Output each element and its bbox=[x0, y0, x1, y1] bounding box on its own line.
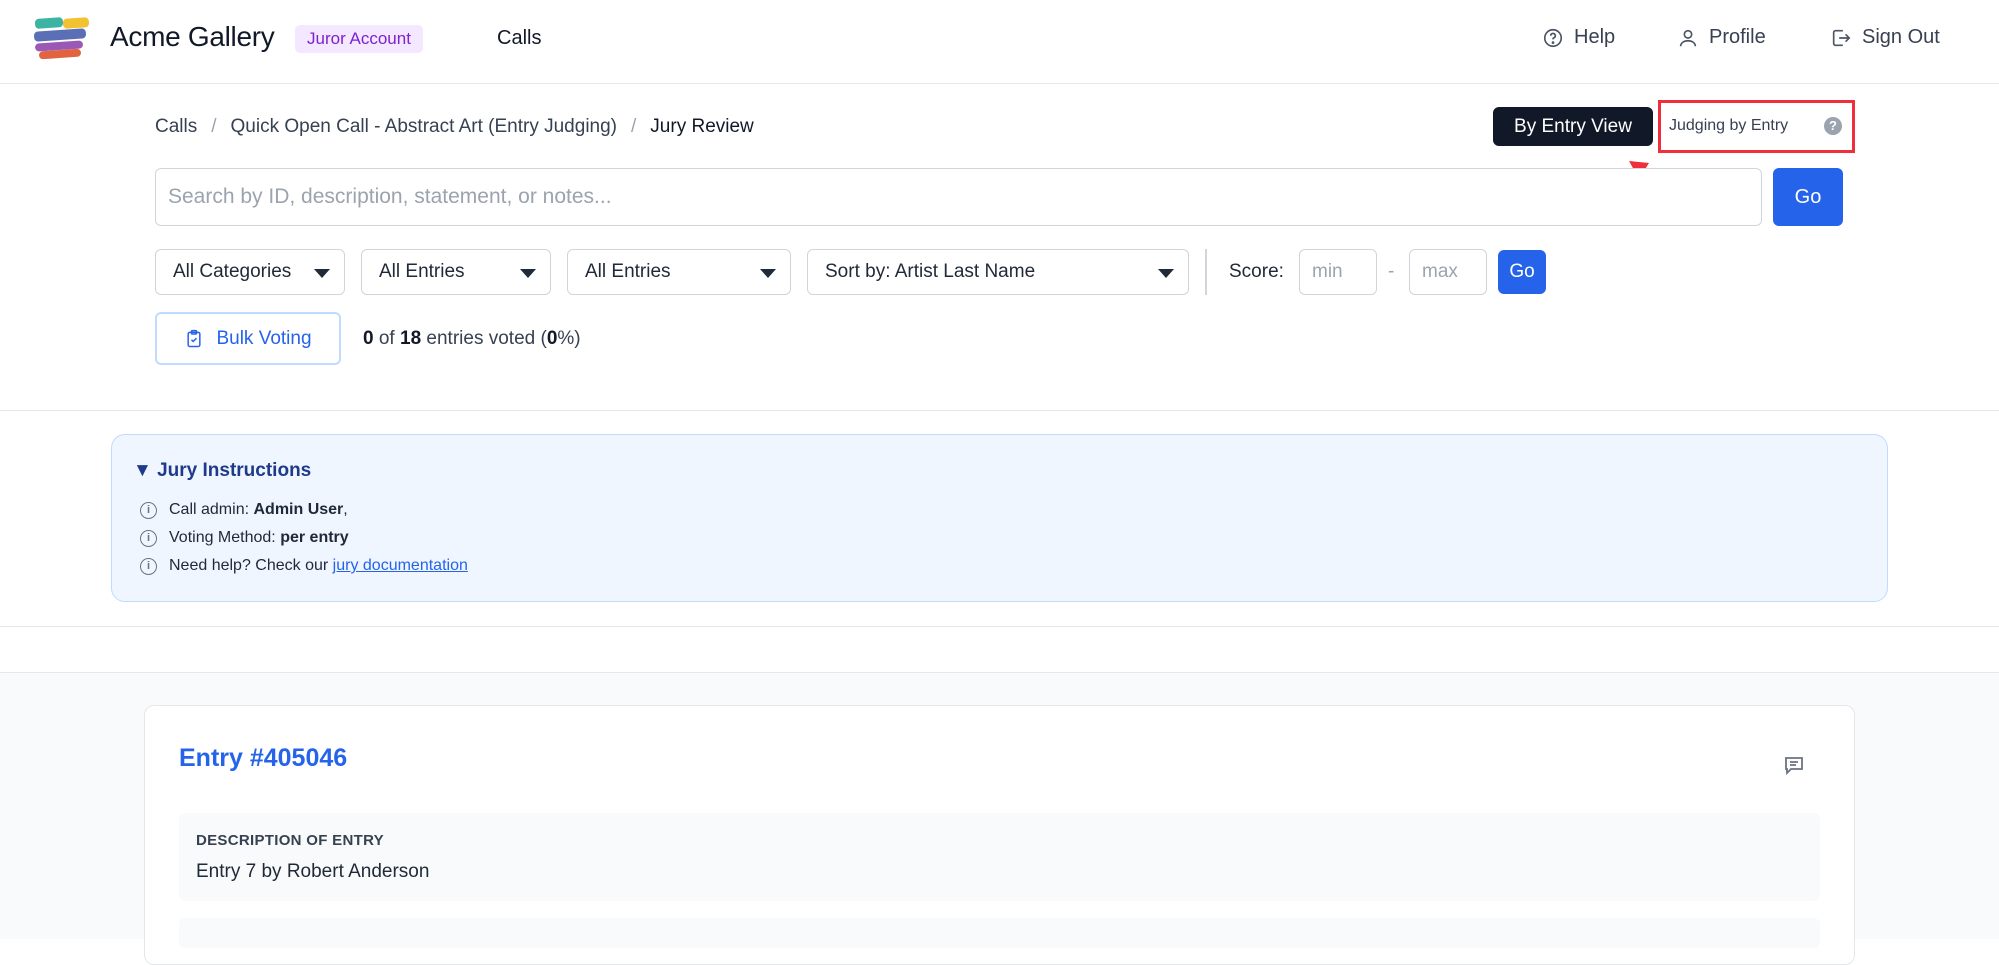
help-docs-item: i Need help? Check our jury documentatio… bbox=[140, 557, 468, 575]
breadcrumb-separator: / bbox=[211, 116, 217, 137]
info-icon: i bbox=[140, 557, 157, 575]
comment-icon[interactable] bbox=[1782, 753, 1806, 777]
clipboard-check-icon bbox=[187, 329, 202, 347]
bulk-voting-label: Bulk Voting bbox=[216, 327, 312, 349]
sign-out-icon bbox=[1832, 29, 1851, 46]
profile-label: Profile bbox=[1709, 26, 1766, 48]
description-label: DESCRIPTION OF ENTRY bbox=[196, 832, 384, 849]
jury-instructions-panel bbox=[111, 434, 1888, 602]
profile-link[interactable]: Profile bbox=[1677, 26, 1766, 49]
entries-filter-value: All Entries bbox=[379, 261, 465, 282]
help-link[interactable]: Help bbox=[1542, 26, 1615, 49]
sign-out-label: Sign Out bbox=[1862, 26, 1940, 48]
description-text: Entry 7 by Robert Anderson bbox=[196, 861, 430, 882]
jury-instructions-toggle[interactable]: ▼ Jury Instructions bbox=[133, 460, 311, 482]
call-admin-label: Call admin: bbox=[169, 501, 250, 518]
breadcrumb-call[interactable]: Quick Open Call - Abstract Art (Entry Ju… bbox=[231, 116, 618, 138]
section-divider bbox=[0, 410, 1999, 411]
by-entry-view-button[interactable]: By Entry View bbox=[1493, 107, 1653, 146]
help-docs-label: Need help? Check our bbox=[169, 557, 329, 574]
juror-account-badge: Juror Account bbox=[295, 25, 423, 53]
entries-filter-select[interactable]: All Entries bbox=[361, 249, 551, 295]
score-range-dash: - bbox=[1388, 261, 1395, 282]
call-admin-suffix: , bbox=[343, 501, 348, 518]
voted-count: 0 bbox=[363, 328, 374, 349]
entry-description-box bbox=[179, 813, 1820, 901]
total-entries: 18 bbox=[400, 328, 422, 349]
brand-name[interactable]: Acme Gallery bbox=[110, 21, 275, 53]
judging-mode-label: Judging by Entry bbox=[1669, 117, 1789, 134]
chevron-down-icon bbox=[520, 269, 536, 278]
user-icon bbox=[1679, 29, 1697, 46]
voting-method-value: per entry bbox=[280, 529, 349, 546]
jury-documentation-link[interactable]: jury documentation bbox=[333, 557, 468, 574]
entries-voted-text: entries voted ( bbox=[426, 328, 547, 349]
entries-status-select[interactable]: All Entries bbox=[567, 249, 791, 295]
call-admin-item: i Call admin: Admin User, bbox=[140, 501, 348, 519]
voting-method-item: i Voting Method: per entry bbox=[140, 529, 349, 547]
breadcrumb-calls[interactable]: Calls bbox=[155, 116, 197, 138]
breadcrumb-current: Jury Review bbox=[650, 116, 754, 137]
section-divider bbox=[0, 626, 1999, 627]
chevron-down-icon bbox=[760, 269, 776, 278]
score-label: Score: bbox=[1229, 261, 1284, 282]
category-select-value: All Categories bbox=[173, 261, 292, 282]
score-max-input[interactable] bbox=[1409, 249, 1487, 295]
nav-calls-link[interactable]: Calls bbox=[497, 27, 541, 50]
help-label: Help bbox=[1574, 26, 1616, 48]
info-icon: i bbox=[140, 501, 157, 519]
call-admin-name: Admin User bbox=[253, 501, 344, 518]
chevron-down-icon bbox=[1158, 269, 1174, 278]
jury-instructions-title: Jury Instructions bbox=[157, 460, 312, 481]
triangle-down-icon: ▼ bbox=[133, 460, 152, 481]
percent-suffix: %) bbox=[557, 328, 581, 349]
voted-percent: 0 bbox=[546, 328, 558, 349]
acme-gallery-logo[interactable] bbox=[33, 17, 93, 59]
voted-of: of bbox=[378, 328, 395, 349]
bulk-voting-button[interactable]: Bulk Voting bbox=[155, 312, 341, 365]
help-circle-icon bbox=[1543, 28, 1563, 47]
search-input[interactable] bbox=[155, 168, 1762, 226]
breadcrumb: Calls / Quick Open Call - Abstract Art (… bbox=[155, 116, 754, 138]
sort-select[interactable]: Sort by: Artist Last Name bbox=[807, 249, 1189, 295]
question-icon[interactable]: ? bbox=[1824, 117, 1842, 135]
entry-next-section bbox=[179, 918, 1820, 948]
sort-select-value: Sort by: Artist Last Name bbox=[825, 261, 1036, 282]
info-icon: i bbox=[140, 529, 157, 547]
entries-status-value: All Entries bbox=[585, 261, 671, 282]
search-go-button[interactable]: Go bbox=[1773, 168, 1843, 226]
voting-method-label: Voting Method: bbox=[169, 529, 276, 546]
score-go-button[interactable]: Go bbox=[1498, 250, 1546, 294]
filter-divider bbox=[1205, 249, 1207, 295]
voting-progress: 0 of 18 entries voted (0%) bbox=[363, 328, 581, 350]
top-navbar: Acme Gallery Juror Account Calls Help Pr… bbox=[0, 0, 1999, 84]
sign-out-link[interactable]: Sign Out bbox=[1830, 26, 1940, 49]
entry-title[interactable]: Entry #405046 bbox=[179, 744, 347, 773]
chevron-down-icon bbox=[314, 269, 330, 278]
score-min-input[interactable] bbox=[1299, 249, 1377, 295]
breadcrumb-separator: / bbox=[631, 116, 637, 137]
category-select[interactable]: All Categories bbox=[155, 249, 345, 295]
